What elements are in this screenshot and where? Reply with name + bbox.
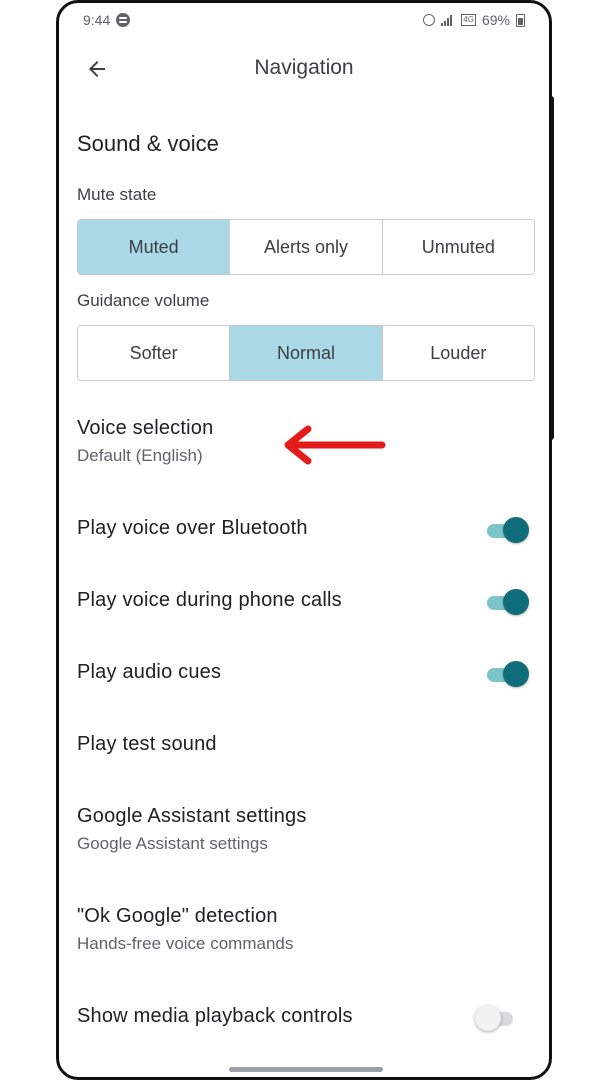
signal-icon	[441, 14, 455, 26]
segment-softer[interactable]: Softer	[78, 326, 230, 380]
phone-calls-voice-toggle[interactable]	[487, 589, 529, 615]
ok-google-title: "Ok Google" detection	[77, 905, 278, 927]
section-title: Sound & voice	[77, 131, 219, 156]
lte-icon: 4G	[461, 14, 476, 26]
status-time: 9:44	[83, 12, 111, 28]
phone-calls-voice-label: Play voice during phone calls	[77, 589, 342, 611]
ok-google-subtitle: Hands-free voice commands	[77, 934, 294, 953]
battery-percent: 69%	[481, 12, 510, 28]
segment-unmuted[interactable]: Unmuted	[381, 220, 534, 274]
assistant-settings-subtitle: Google Assistant settings	[77, 834, 268, 853]
status-right: 4G 69%	[423, 12, 525, 28]
segment-muted[interactable]: Muted	[78, 220, 230, 274]
bluetooth-voice-label: Play voice over Bluetooth	[77, 517, 308, 539]
app-bar: Navigation	[59, 47, 549, 93]
status-left: 9:44	[83, 12, 131, 28]
mute-state-segmented: Muted Alerts only Unmuted	[77, 219, 535, 275]
phone-calls-voice-item[interactable]: Play voice during phone calls	[77, 589, 531, 617]
assistant-settings-title: Google Assistant settings	[77, 805, 307, 827]
audio-cues-toggle[interactable]	[487, 661, 529, 687]
spotify-icon	[116, 13, 131, 27]
mute-state-control: Muted Alerts only Unmuted	[77, 219, 535, 275]
section-header: Sound & voice	[77, 127, 531, 157]
battery-icon	[516, 13, 525, 27]
audio-cues-item[interactable]: Play audio cues	[77, 661, 531, 689]
media-controls-label: Show media playback controls	[77, 1005, 353, 1027]
bluetooth-voice-item[interactable]: Play voice over Bluetooth	[77, 517, 531, 545]
ok-google-item[interactable]: "Ok Google" detection Hands-free voice c…	[77, 905, 531, 954]
assistant-settings-item[interactable]: Google Assistant settings Google Assista…	[77, 805, 531, 854]
audio-cues-label: Play audio cues	[77, 661, 222, 683]
segment-louder[interactable]: Louder	[381, 326, 534, 380]
test-sound-item[interactable]: Play test sound	[77, 733, 531, 756]
guidance-volume-segmented: Softer Normal Louder	[77, 325, 535, 381]
segment-normal[interactable]: Normal	[229, 326, 382, 380]
test-sound-title: Play test sound	[77, 733, 217, 755]
segment-alerts-only[interactable]: Alerts only	[229, 220, 382, 274]
mute-state-label: Mute state	[77, 185, 157, 204]
page-title: Navigation	[254, 56, 354, 79]
red-arrow-icon	[284, 425, 386, 465]
status-bar: 9:44 4G 69%	[83, 10, 525, 30]
media-controls-toggle[interactable]	[475, 1005, 517, 1031]
media-controls-item[interactable]: Show media playback controls	[77, 1005, 531, 1033]
bluetooth-voice-toggle[interactable]	[487, 517, 529, 543]
phone-screen: 9:44 4G 69% Navigation Sound & voice Mut…	[56, 0, 552, 1080]
alarm-icon	[423, 14, 436, 26]
home-indicator[interactable]	[229, 1067, 383, 1072]
guidance-volume-label: Guidance volume	[77, 291, 210, 310]
guidance-volume-control: Softer Normal Louder	[77, 325, 535, 381]
